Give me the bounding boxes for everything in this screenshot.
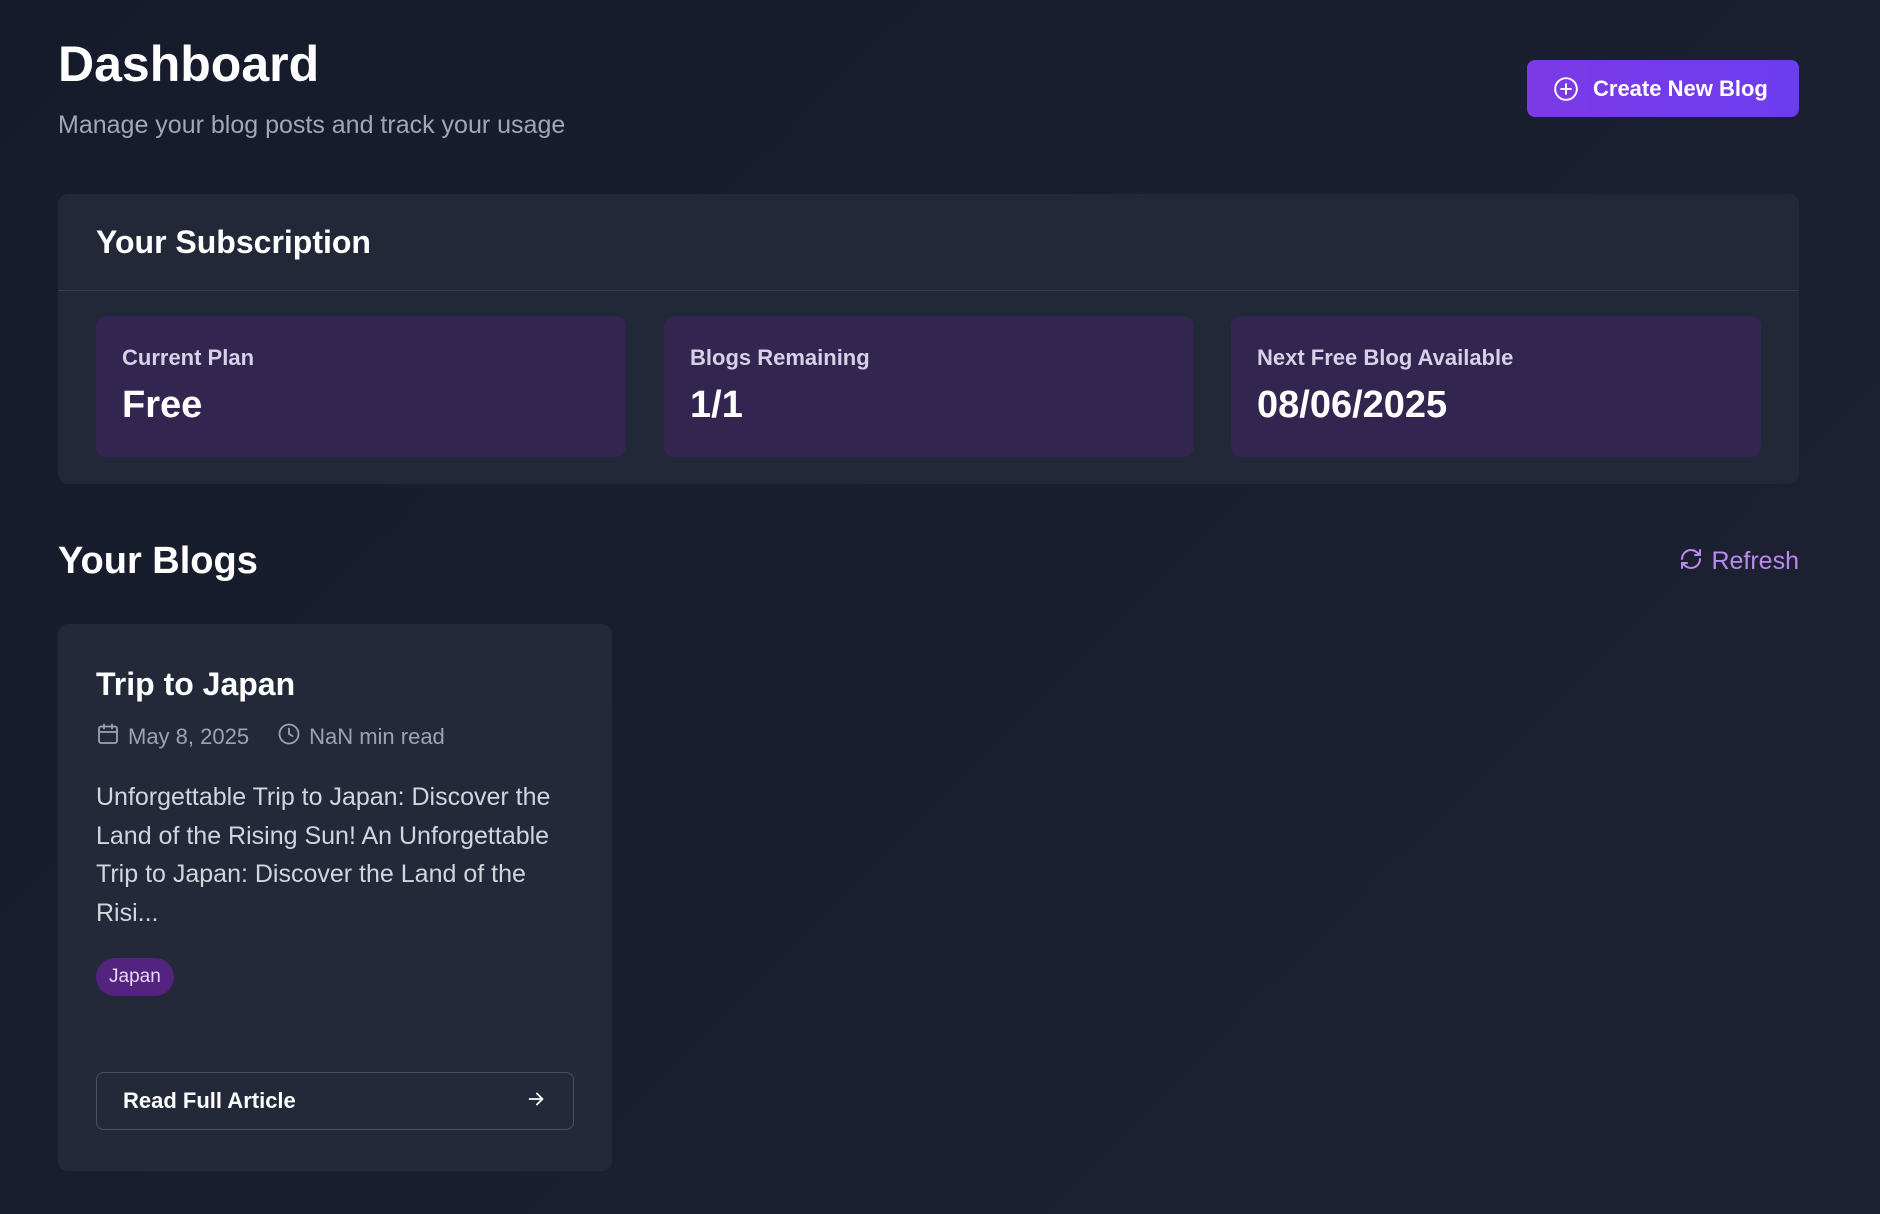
current-plan-stat: Current Plan Free bbox=[96, 316, 626, 457]
blogs-remaining-stat: Blogs Remaining 1/1 bbox=[664, 316, 1194, 457]
stat-value: Free bbox=[122, 384, 203, 426]
page-header: Dashboard Manage your blog posts and tra… bbox=[58, 36, 1799, 146]
refresh-icon bbox=[1679, 547, 1703, 576]
subscription-title: Your Subscription bbox=[96, 224, 371, 260]
blog-date: May 8, 2025 bbox=[128, 724, 250, 749]
blog-excerpt: Unforgettable Trip to Japan: Discover th… bbox=[96, 783, 551, 927]
stat-label: Current Plan bbox=[122, 345, 255, 370]
blog-card: Trip to Japan May 8, 2025 NaN min read U… bbox=[58, 624, 612, 1171]
arrow-right-icon bbox=[525, 1088, 547, 1115]
blog-tag[interactable]: Japan bbox=[96, 958, 174, 996]
page-subtitle: Manage your blog posts and track your us… bbox=[58, 111, 566, 139]
next-free-blog-stat: Next Free Blog Available 08/06/2025 bbox=[1231, 316, 1761, 457]
blogs-section-title: Your Blogs bbox=[58, 540, 258, 582]
clock-icon bbox=[277, 722, 301, 752]
dashboard-page: Dashboard Manage your blog posts and tra… bbox=[58, 0, 1799, 1214]
refresh-label: Refresh bbox=[1711, 547, 1799, 575]
blog-meta: May 8, 2025 NaN min read bbox=[96, 722, 445, 752]
stat-label: Next Free Blog Available bbox=[1257, 345, 1514, 370]
create-new-blog-label: Create New Blog bbox=[1593, 75, 1768, 101]
read-full-article-label: Read Full Article bbox=[123, 1088, 296, 1113]
page-title: Dashboard bbox=[58, 36, 320, 92]
refresh-button[interactable]: Refresh bbox=[1679, 545, 1799, 577]
blog-read-time: NaN min read bbox=[309, 724, 445, 749]
read-full-article-button[interactable]: Read Full Article bbox=[96, 1072, 574, 1130]
calendar-icon bbox=[96, 722, 120, 752]
create-new-blog-button[interactable]: Create New Blog bbox=[1527, 60, 1799, 117]
plus-circle-icon bbox=[1553, 76, 1579, 102]
subscription-divider bbox=[58, 290, 1799, 291]
subscription-card: Your Subscription Current Plan Free Blog… bbox=[58, 194, 1799, 484]
stat-label: Blogs Remaining bbox=[690, 345, 870, 370]
stat-value: 1/1 bbox=[690, 384, 743, 426]
stat-value: 08/06/2025 bbox=[1257, 384, 1448, 426]
blog-title[interactable]: Trip to Japan bbox=[96, 664, 295, 704]
